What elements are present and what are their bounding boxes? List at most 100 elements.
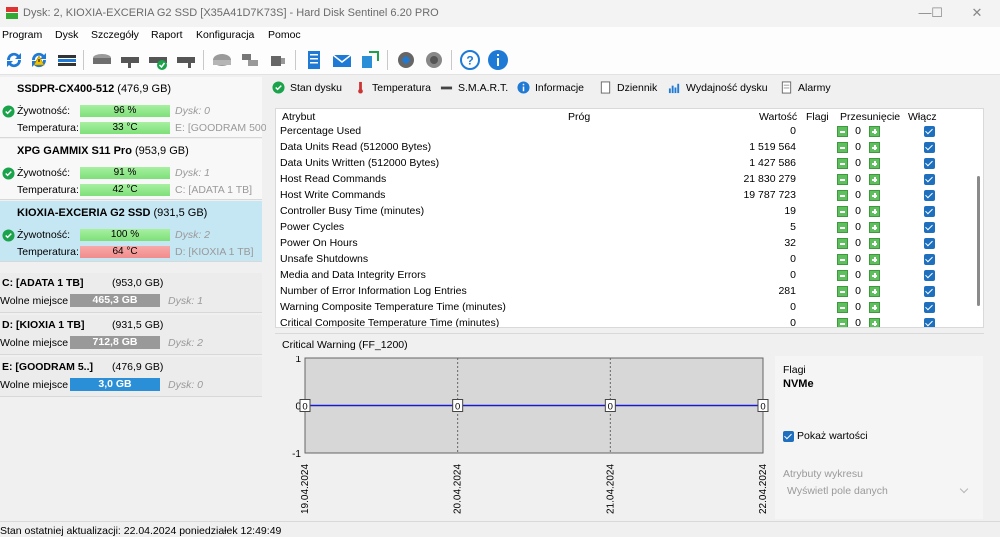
- disk-card[interactable]: SSDPR-CX400-512 (476,9 GB) Żywotność: 96…: [0, 77, 267, 138]
- column-header-attribute[interactable]: Atrybut: [282, 111, 315, 123]
- table-row[interactable]: Unsafe Shutdowns 0 0: [276, 251, 971, 267]
- email-icon[interactable]: [330, 48, 354, 72]
- disk-drive-detail-icon[interactable]: [118, 48, 142, 72]
- enable-checkbox[interactable]: [924, 190, 935, 201]
- enable-checkbox[interactable]: [924, 286, 935, 297]
- enable-checkbox[interactable]: [924, 206, 935, 217]
- scrollbar-thumb[interactable]: [977, 176, 980, 306]
- decrease-shift-button[interactable]: [837, 318, 848, 327]
- refresh-icon[interactable]: [2, 48, 26, 72]
- enable-checkbox[interactable]: [924, 270, 935, 281]
- enable-checkbox[interactable]: [924, 254, 935, 265]
- table-row[interactable]: Controller Busy Time (minutes) 19 0: [276, 203, 971, 219]
- decrease-shift-button[interactable]: [837, 190, 848, 201]
- decrease-shift-button[interactable]: [837, 286, 848, 297]
- menu-pomoc[interactable]: Pomoc: [268, 29, 301, 41]
- column-header-threshold[interactable]: Próg: [568, 111, 590, 123]
- table-row[interactable]: Power On Hours 32 0: [276, 235, 971, 251]
- increase-shift-button[interactable]: [869, 142, 880, 153]
- enable-checkbox[interactable]: [924, 318, 935, 327]
- decrease-shift-button[interactable]: [837, 270, 848, 281]
- decrease-shift-button[interactable]: [837, 126, 848, 137]
- menu-program[interactable]: Program: [2, 29, 42, 41]
- decrease-shift-button[interactable]: [837, 238, 848, 249]
- column-header-value[interactable]: Wartość: [759, 111, 797, 123]
- increase-shift-button[interactable]: [869, 174, 880, 185]
- decrease-shift-button[interactable]: [837, 222, 848, 233]
- enable-checkbox[interactable]: [924, 238, 935, 249]
- decrease-shift-button[interactable]: [837, 174, 848, 185]
- increase-shift-button[interactable]: [869, 302, 880, 313]
- enable-checkbox[interactable]: [924, 174, 935, 185]
- info-icon[interactable]: [486, 48, 510, 72]
- refresh-warning-icon[interactable]: [27, 48, 51, 72]
- disk-card-selected[interactable]: KIOXIA-EXCERIA G2 SSD (931,5 GB) Żywotno…: [0, 201, 262, 262]
- menu-konfiguracja[interactable]: Konfiguracja: [196, 29, 254, 41]
- increase-shift-button[interactable]: [869, 254, 880, 265]
- table-row[interactable]: Warning Composite Temperature Time (minu…: [276, 299, 971, 315]
- increase-shift-button[interactable]: [869, 318, 880, 327]
- sound-icon[interactable]: [422, 48, 446, 72]
- tab-alarmy[interactable]: Alarmy: [780, 81, 831, 97]
- tab-stan-dysku[interactable]: Stan dysku: [272, 81, 342, 97]
- disk-ok-icon[interactable]: [146, 48, 170, 72]
- table-row[interactable]: Data Units Read (512000 Bytes) 1 519 564 0: [276, 139, 971, 155]
- disk-search-icon[interactable]: [174, 48, 198, 72]
- decrease-shift-button[interactable]: [837, 158, 848, 169]
- settings-icon[interactable]: [394, 48, 418, 72]
- table-row[interactable]: Number of Error Information Log Entries 2…: [276, 283, 971, 299]
- disk-network-icon[interactable]: [238, 48, 262, 72]
- tab-smart[interactable]: S.M.A.R.T.: [440, 81, 508, 97]
- table-scrollbar[interactable]: [977, 124, 981, 324]
- increase-shift-button[interactable]: [869, 286, 880, 297]
- decrease-shift-button[interactable]: [837, 142, 848, 153]
- table-row[interactable]: Host Write Commands 19 787 723 0: [276, 187, 971, 203]
- enable-checkbox[interactable]: [924, 126, 935, 137]
- usb-drive-icon[interactable]: [266, 48, 290, 72]
- increase-shift-button[interactable]: [869, 126, 880, 137]
- table-row[interactable]: Critical Composite Temperature Time (min…: [276, 315, 971, 327]
- table-row[interactable]: Data Units Written (512000 Bytes) 1 427 5…: [276, 155, 971, 171]
- table-row[interactable]: Percentage Used 0 0: [276, 123, 971, 139]
- show-values-checkbox[interactable]: [783, 431, 794, 442]
- disk-icon[interactable]: [55, 48, 79, 72]
- disk-card[interactable]: XPG GAMMIX S11 Pro (953,9 GB) Żywotność:…: [0, 139, 262, 200]
- chart-attributes-select[interactable]: Wyświetl pole danych: [783, 483, 973, 499]
- decrease-shift-button[interactable]: [837, 206, 848, 217]
- tab-informacje[interactable]: Informacje: [517, 81, 584, 97]
- enable-checkbox[interactable]: [924, 302, 935, 313]
- tab-temperatura[interactable]: Temperatura: [354, 81, 431, 97]
- close-button[interactable]: ✕: [954, 2, 1000, 26]
- disk-drive-icon[interactable]: [90, 48, 114, 72]
- tab-dziennik[interactable]: Dziennik: [599, 81, 657, 97]
- increase-shift-button[interactable]: [869, 222, 880, 233]
- decrease-shift-button[interactable]: [837, 254, 848, 265]
- tab-wydajnosc[interactable]: Wydajność dysku: [668, 81, 768, 97]
- increase-shift-button[interactable]: [869, 270, 880, 281]
- enable-checkbox[interactable]: [924, 158, 935, 169]
- decrease-shift-button[interactable]: [837, 302, 848, 313]
- menu-dysk[interactable]: Dysk: [55, 29, 78, 41]
- increase-shift-button[interactable]: [869, 238, 880, 249]
- increase-shift-button[interactable]: [869, 190, 880, 201]
- increase-shift-button[interactable]: [869, 158, 880, 169]
- table-row[interactable]: Power Cycles 5 0: [276, 219, 971, 235]
- volume-card[interactable]: E: [GOODRAM 5..] (476,9 GB) Wolne miejsc…: [0, 357, 262, 397]
- table-row[interactable]: Host Read Commands 21 830 279 0: [276, 171, 971, 187]
- export-icon[interactable]: [358, 48, 382, 72]
- table-row[interactable]: Media and Data Integrity Errors 0 0: [276, 267, 971, 283]
- show-values-label[interactable]: Pokaż wartości: [797, 430, 868, 442]
- column-header-enable[interactable]: Włącz: [908, 111, 937, 123]
- volume-card[interactable]: D: [KIOXIA 1 TB] (931,5 GB) Wolne miejsc…: [0, 315, 262, 355]
- volume-card[interactable]: C: [ADATA 1 TB] (953,0 GB) Wolne miejsce…: [0, 273, 262, 313]
- help-icon[interactable]: ?: [458, 48, 482, 72]
- menu-szczegoly[interactable]: Szczegóły: [91, 29, 139, 41]
- menu-raport[interactable]: Raport: [151, 29, 183, 41]
- column-header-flags[interactable]: Flagi: [806, 111, 829, 123]
- enable-checkbox[interactable]: [924, 222, 935, 233]
- enable-checkbox[interactable]: [924, 142, 935, 153]
- column-header-shift[interactable]: Przesunięcie: [840, 111, 900, 123]
- disk-gray-icon[interactable]: [210, 48, 234, 72]
- increase-shift-button[interactable]: [869, 206, 880, 217]
- report-icon[interactable]: [302, 48, 326, 72]
